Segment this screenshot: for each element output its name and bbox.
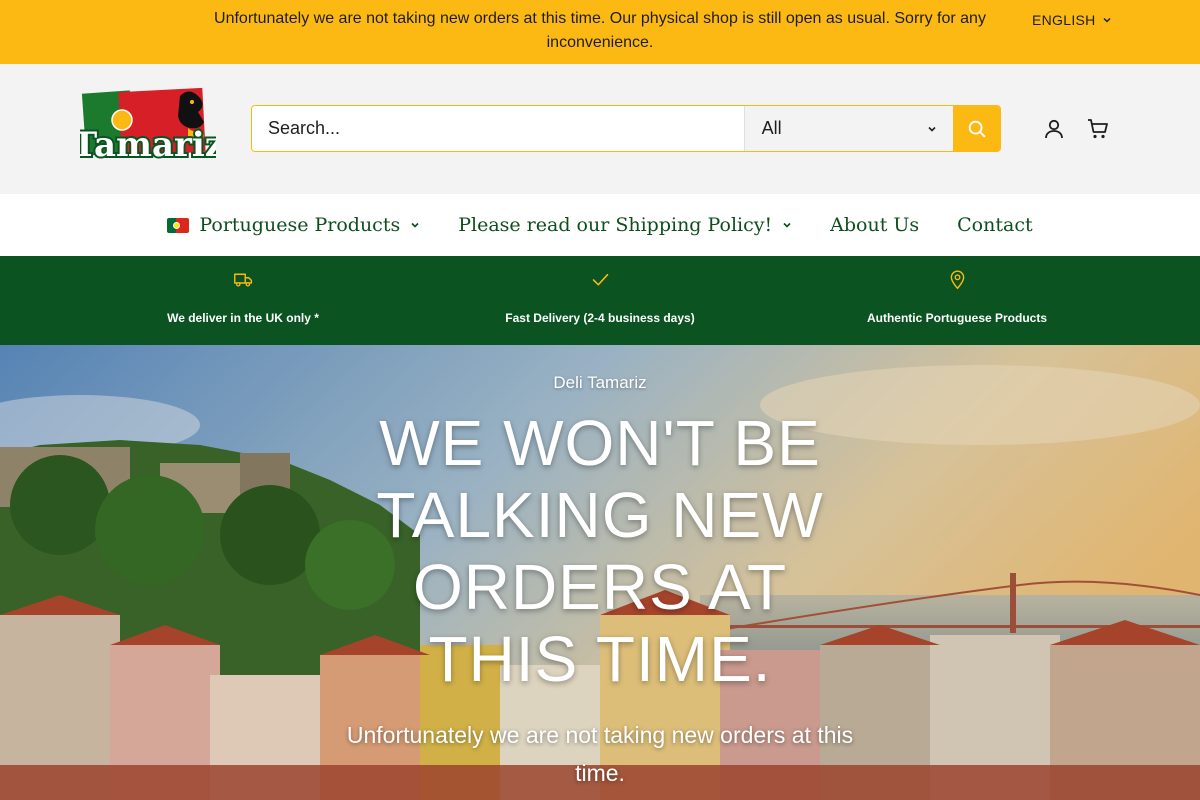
nav-item-shipping-policy[interactable]: Please read our Shipping Policy! <box>458 214 792 236</box>
feature-label: Fast Delivery (2-4 business days) <box>505 311 695 325</box>
nav-item-label: Please read our Shipping Policy! <box>458 214 773 236</box>
feature-label: We deliver in the UK only * <box>167 311 319 325</box>
tamariz-logo[interactable]: Tamariz <box>80 86 216 168</box>
portugal-flag-icon <box>167 217 190 233</box>
nav-item-label: Portuguese Products <box>199 214 401 236</box>
hero-text: Unfortunately we are not taking new orde… <box>346 722 854 786</box>
chevron-down-icon <box>1103 17 1111 23</box>
hero-title: WE WON'T BE TALKING NEW ORDERS AT THIS T… <box>376 407 824 695</box>
site-header: Tamariz All <box>0 64 1200 194</box>
hero-banner: Deli Tamariz WE WON'T BE TALKING NEW ORD… <box>0 345 1200 800</box>
category-select-value: All <box>761 118 782 138</box>
announcement-text: Unfortunately we are not taking new orde… <box>214 10 986 51</box>
nav-item-portuguese-products[interactable]: Portuguese Products <box>167 214 420 236</box>
map-pin-icon <box>950 270 965 290</box>
search-input[interactable] <box>252 106 744 151</box>
chevron-down-icon <box>411 222 419 228</box>
language-selector[interactable]: ENGLISH <box>1032 10 1112 30</box>
feature-authentic-products: Authentic Portuguese Products <box>807 256 1107 345</box>
cart-icon[interactable] <box>1086 117 1110 141</box>
check-icon <box>592 273 609 286</box>
truck-icon <box>234 273 253 287</box>
announcement-bar: Unfortunately we are not taking new orde… <box>0 0 1200 64</box>
nav-item-about-us[interactable]: About Us <box>830 214 919 236</box>
search-button[interactable] <box>953 106 1000 151</box>
logo-text: Tamariz <box>80 125 216 165</box>
feature-fast-delivery: Fast Delivery (2-4 business days) <box>450 256 750 345</box>
feature-label: Authentic Portuguese Products <box>866 311 1048 325</box>
nav-item-contact[interactable]: Contact <box>957 214 1032 236</box>
nav-item-label: Contact <box>957 214 1033 236</box>
chevron-down-icon <box>783 222 791 228</box>
search-bar: All <box>251 105 1001 152</box>
language-label: ENGLISH <box>1032 12 1096 28</box>
nav-item-label: About Us <box>830 214 920 236</box>
category-select[interactable]: All <box>743 106 954 151</box>
hero-subheading: Deli Tamariz <box>553 373 647 392</box>
feature-uk-delivery: We deliver in the UK only * <box>93 256 393 345</box>
features-bar: We deliver in the UK only * Fast Deliver… <box>0 256 1200 345</box>
main-nav: Portuguese Products Please read our Ship… <box>0 194 1200 256</box>
account-icon[interactable] <box>1042 117 1066 141</box>
search-icon <box>968 120 985 137</box>
chevron-down-icon <box>928 126 936 132</box>
